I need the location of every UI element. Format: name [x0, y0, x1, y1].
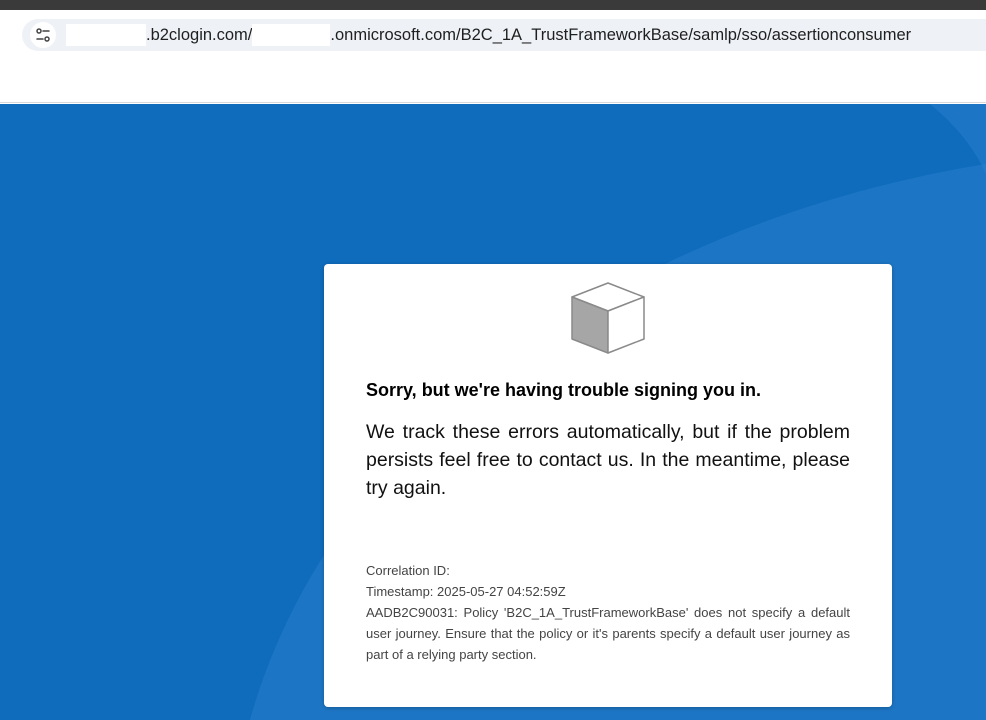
cube-icon: [571, 282, 645, 354]
timestamp: Timestamp: 2025-05-27 04:52:59Z: [366, 584, 566, 599]
url-path: .onmicrosoft.com/B2C_1A_TrustFrameworkBa…: [330, 25, 912, 44]
tune-icon: [36, 28, 50, 42]
error-message: We track these errors automatically, but…: [366, 421, 850, 499]
redacted-tenant-name: [252, 24, 331, 46]
site-info-button[interactable]: [30, 22, 56, 48]
error-card: Sorry, but we're having trouble signing …: [324, 264, 892, 707]
correlation-id: Correlation ID:: [366, 563, 450, 578]
url-text[interactable]: .b2clogin.com/ .onmicrosoft.com/B2C_1A_T…: [66, 19, 911, 51]
url-domain: .b2clogin.com/: [146, 25, 253, 44]
page-content: Sorry, but we're having trouble signing …: [0, 104, 986, 720]
window-top-strip: [0, 0, 986, 10]
redacted-tenant: [66, 24, 146, 46]
address-bar[interactable]: .b2clogin.com/ .onmicrosoft.com/B2C_1A_T…: [22, 19, 986, 51]
error-heading: Sorry, but we're having trouble signing …: [366, 380, 761, 400]
error-details: Correlation ID: Timestamp: 2025-05-27 04…: [366, 560, 850, 665]
browser-toolbar: .b2clogin.com/ .onmicrosoft.com/B2C_1A_T…: [0, 10, 986, 103]
error-code-detail: AADB2C90031: Policy 'B2C_1A_TrustFramewo…: [366, 605, 850, 662]
